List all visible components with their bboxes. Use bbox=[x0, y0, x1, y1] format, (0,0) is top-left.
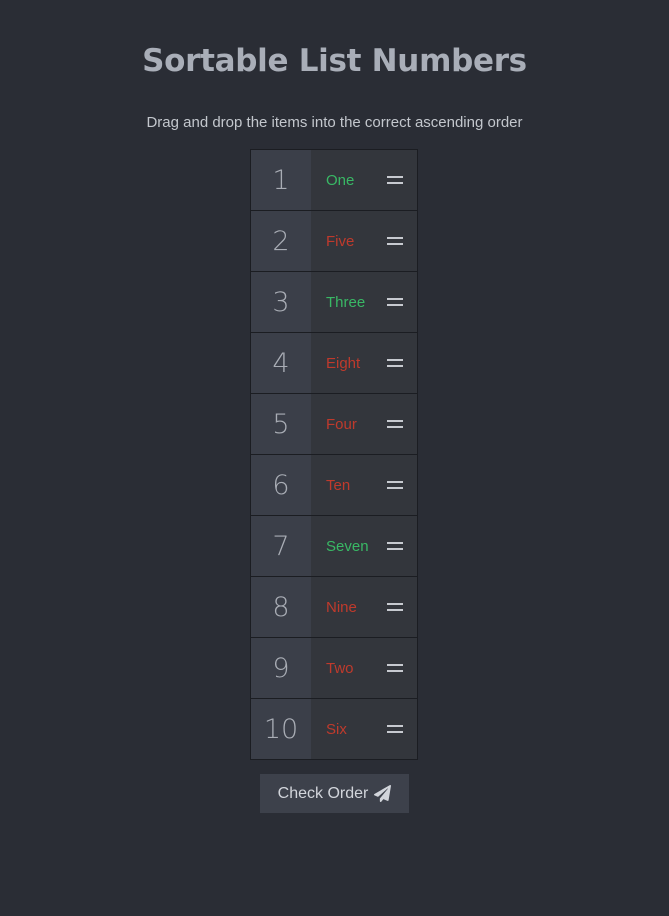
check-order-button[interactable]: Check Order bbox=[260, 774, 409, 813]
item-word: Nine bbox=[326, 598, 357, 616]
item-number: 9 bbox=[251, 638, 311, 698]
grip-lines-icon[interactable] bbox=[387, 298, 403, 306]
grip-lines-icon[interactable] bbox=[387, 542, 403, 550]
item-word: Four bbox=[326, 415, 357, 433]
draggable-item[interactable]: Four bbox=[311, 394, 417, 454]
item-word: Three bbox=[326, 293, 366, 311]
list-item: 5 Four bbox=[250, 394, 418, 455]
list-item: 9 Two bbox=[250, 638, 418, 699]
draggable-item[interactable]: Eight bbox=[311, 333, 417, 393]
draggable-item[interactable]: Three bbox=[311, 272, 417, 332]
item-word: Seven bbox=[326, 537, 369, 555]
grip-lines-icon[interactable] bbox=[387, 603, 403, 611]
item-number: 7 bbox=[251, 516, 311, 576]
item-number: 5 bbox=[251, 394, 311, 454]
item-number: 4 bbox=[251, 333, 311, 393]
list-item: 2 Five bbox=[250, 211, 418, 272]
list-item: 8 Nine bbox=[250, 577, 418, 638]
item-number: 2 bbox=[251, 211, 311, 271]
item-word: Two bbox=[326, 659, 354, 677]
item-number: 8 bbox=[251, 577, 311, 637]
grip-lines-icon[interactable] bbox=[387, 420, 403, 428]
grip-lines-icon[interactable] bbox=[387, 176, 403, 184]
list-item: 10 Six bbox=[250, 699, 418, 760]
list-item: 7 Seven bbox=[250, 516, 418, 577]
grip-lines-icon[interactable] bbox=[387, 664, 403, 672]
page-title: Sortable List Numbers bbox=[142, 42, 527, 79]
draggable-item[interactable]: Six bbox=[311, 699, 417, 759]
draggable-item[interactable]: One bbox=[311, 150, 417, 210]
grip-lines-icon[interactable] bbox=[387, 237, 403, 245]
draggable-item[interactable]: Seven bbox=[311, 516, 417, 576]
grip-lines-icon[interactable] bbox=[387, 359, 403, 367]
list-item: 3 Three bbox=[250, 272, 418, 333]
list-item: 4 Eight bbox=[250, 333, 418, 394]
instructions-text: Drag and drop the items into the correct… bbox=[146, 114, 523, 131]
item-number: 6 bbox=[251, 455, 311, 515]
list-item: 1 One bbox=[250, 149, 418, 211]
check-order-label: Check Order bbox=[277, 784, 369, 802]
paper-plane-icon bbox=[374, 785, 392, 802]
item-word: Six bbox=[326, 720, 347, 738]
grip-lines-icon[interactable] bbox=[387, 725, 403, 733]
item-number: 10 bbox=[251, 699, 311, 759]
draggable-item[interactable]: Two bbox=[311, 638, 417, 698]
item-word: Eight bbox=[326, 354, 361, 372]
draggable-item[interactable]: Ten bbox=[311, 455, 417, 515]
draggable-item[interactable]: Nine bbox=[311, 577, 417, 637]
grip-lines-icon[interactable] bbox=[387, 481, 403, 489]
item-word: One bbox=[326, 171, 355, 189]
item-word: Five bbox=[326, 232, 355, 250]
item-number: 1 bbox=[251, 150, 311, 210]
draggable-list: 1 One 2 Five 3 Three 4 Eight 5 Four 6 Ten 7 Seven 8 Nin… bbox=[250, 149, 418, 760]
list-item: 6 Ten bbox=[250, 455, 418, 516]
item-word: Ten bbox=[326, 476, 351, 494]
item-number: 3 bbox=[251, 272, 311, 332]
draggable-item[interactable]: Five bbox=[311, 211, 417, 271]
